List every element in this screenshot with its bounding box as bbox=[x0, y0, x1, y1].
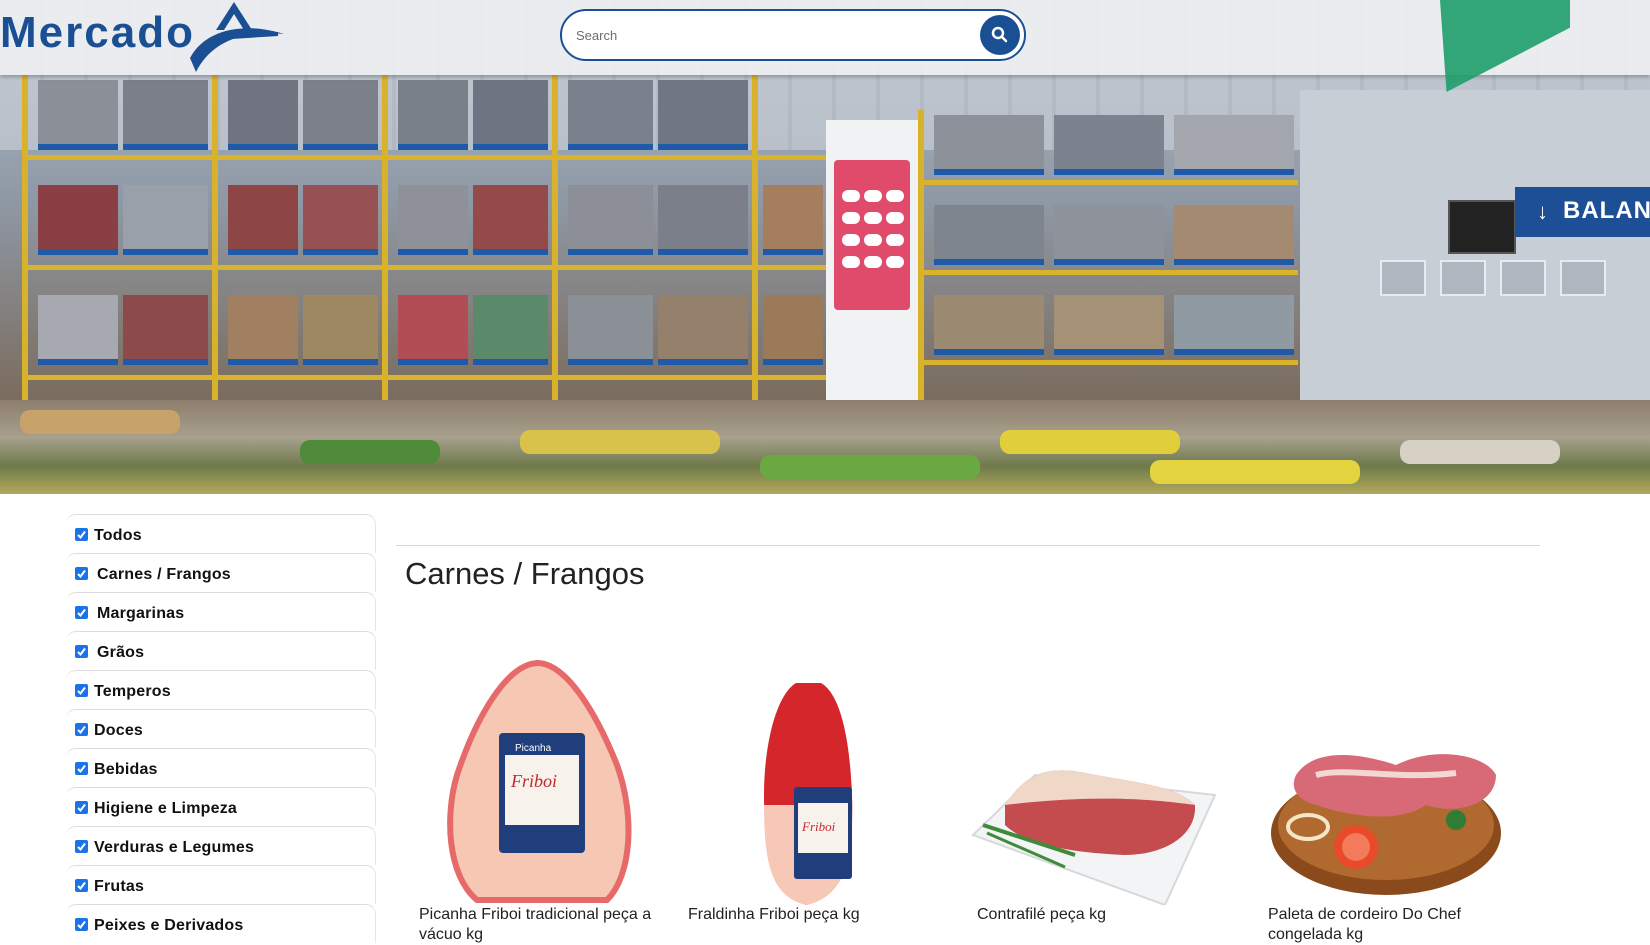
category-item[interactable]: Peixes e Derivados bbox=[66, 904, 376, 943]
logo-icon[interactable] bbox=[186, 0, 286, 75]
category-label[interactable]: Margarinas bbox=[97, 605, 184, 623]
checkmark-icon bbox=[77, 920, 86, 930]
svg-text:Friboi: Friboi bbox=[510, 771, 557, 791]
category-label[interactable]: Verduras e Legumes bbox=[94, 839, 254, 857]
fraldinha-image[interactable]: Friboi bbox=[676, 655, 936, 905]
search-icon bbox=[991, 26, 1008, 43]
product-card[interactable]: Picanha Friboi Picanha Friboi tradiciona… bbox=[407, 655, 667, 943]
category-checkbox[interactable] bbox=[75, 840, 88, 853]
checkmark-icon bbox=[77, 647, 86, 657]
category-label[interactable]: Temperos bbox=[94, 683, 171, 701]
checkmark-icon bbox=[77, 881, 86, 891]
category-label[interactable]: Doces bbox=[94, 722, 143, 740]
product-card[interactable]: Paleta de cordeiro Do Chef congelada kg bbox=[1256, 655, 1516, 943]
checkmark-icon bbox=[77, 530, 86, 540]
category-checkbox[interactable] bbox=[75, 918, 88, 931]
product-name[interactable]: Picanha Friboi tradicional peça a vácuo … bbox=[419, 905, 659, 945]
product-name[interactable]: Contrafilé peça kg bbox=[977, 905, 1217, 925]
checkmark-icon bbox=[77, 608, 86, 618]
category-label[interactable]: Carnes / Frangos bbox=[97, 566, 231, 584]
category-item[interactable]: Bebidas bbox=[66, 748, 376, 787]
checkmark-icon bbox=[77, 764, 86, 774]
category-item[interactable]: Todos bbox=[66, 514, 376, 553]
category-label[interactable]: Grãos bbox=[97, 644, 144, 662]
category-item[interactable]: Temperos bbox=[66, 670, 376, 709]
product-card[interactable]: Friboi Fraldinha Friboi peça kg bbox=[676, 655, 936, 928]
top-header: Mercado bbox=[0, 0, 1650, 92]
category-checkbox[interactable] bbox=[75, 645, 88, 658]
category-item[interactable]: Grãos bbox=[66, 631, 376, 670]
category-item[interactable]: Carnes / Frangos bbox=[66, 553, 376, 592]
svg-text:Friboi: Friboi bbox=[801, 819, 836, 834]
logo-text[interactable]: Mercado bbox=[0, 8, 195, 58]
product-name[interactable]: Paleta de cordeiro Do Chef congelada kg bbox=[1268, 905, 1508, 945]
product-name[interactable]: Fraldinha Friboi peça kg bbox=[688, 905, 928, 925]
category-label[interactable]: Peixes e Derivados bbox=[94, 917, 243, 935]
svg-text:Picanha: Picanha bbox=[515, 743, 552, 754]
checkmark-icon bbox=[77, 842, 86, 852]
contrafile-image[interactable] bbox=[965, 655, 1225, 905]
category-item[interactable]: Higiene e Limpeza bbox=[66, 787, 376, 826]
category-label[interactable]: Todos bbox=[94, 527, 142, 545]
arrow-down-icon: ↓ bbox=[1537, 199, 1549, 224]
product-card[interactable]: Contrafilé peça kg bbox=[965, 655, 1225, 928]
search-bar bbox=[560, 9, 1026, 61]
checkmark-icon bbox=[77, 686, 86, 696]
category-label[interactable]: Bebidas bbox=[94, 761, 158, 779]
picanha-image[interactable]: Picanha Friboi bbox=[407, 655, 667, 905]
category-checkbox[interactable] bbox=[75, 567, 88, 580]
paleta-image[interactable] bbox=[1256, 655, 1516, 905]
section-divider bbox=[396, 545, 1540, 546]
category-label[interactable]: Higiene e Limpeza bbox=[94, 800, 237, 818]
store-floor bbox=[0, 400, 1650, 494]
checkmark-icon bbox=[77, 569, 86, 579]
category-item[interactable]: Margarinas bbox=[66, 592, 376, 631]
category-filter-list: Todos Carnes / Frangos Margarinas Grãos Temp… bbox=[66, 514, 376, 943]
hero-sign: ↓ BALANÇ bbox=[1515, 187, 1650, 237]
checkmark-icon bbox=[77, 803, 86, 813]
category-checkbox[interactable] bbox=[75, 528, 88, 541]
category-item[interactable]: Doces bbox=[66, 709, 376, 748]
category-checkbox[interactable] bbox=[75, 723, 88, 736]
category-item[interactable]: Frutas bbox=[66, 865, 376, 904]
checkmark-icon bbox=[77, 725, 86, 735]
category-checkbox[interactable] bbox=[75, 879, 88, 892]
category-item[interactable]: Verduras e Legumes bbox=[66, 826, 376, 865]
category-checkbox[interactable] bbox=[75, 801, 88, 814]
category-checkbox[interactable] bbox=[75, 684, 88, 697]
category-label[interactable]: Frutas bbox=[94, 878, 144, 896]
category-checkbox[interactable] bbox=[75, 762, 88, 775]
search-button[interactable] bbox=[980, 15, 1020, 55]
section-title: Carnes / Frangos bbox=[405, 556, 645, 591]
category-checkbox[interactable] bbox=[75, 606, 88, 619]
promo-pillar bbox=[826, 120, 918, 400]
tv-screen bbox=[1448, 200, 1516, 254]
search-input[interactable] bbox=[576, 23, 976, 47]
